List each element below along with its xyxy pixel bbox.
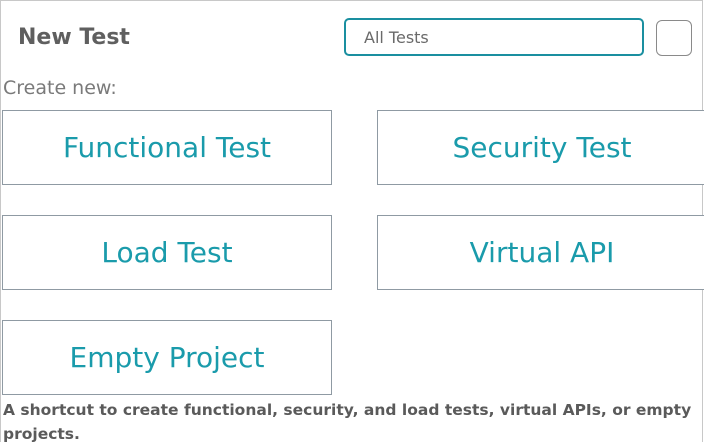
page-title: New Test: [18, 25, 130, 50]
select-checkbox[interactable]: [656, 20, 692, 56]
security-test-label: Security Test: [452, 131, 632, 164]
load-test-button[interactable]: Load Test: [2, 215, 332, 290]
security-test-button[interactable]: Security Test: [377, 110, 704, 185]
create-new-label: Create new:: [3, 77, 117, 99]
load-test-label: Load Test: [101, 236, 233, 269]
new-test-panel: New Test Create new: Functional Test Sec…: [0, 0, 704, 443]
virtual-api-label: Virtual API: [469, 236, 615, 269]
functional-test-label: Functional Test: [62, 131, 272, 164]
functional-test-button[interactable]: Functional Test: [2, 110, 332, 185]
virtual-api-button[interactable]: Virtual API: [377, 215, 704, 290]
empty-project-label: Empty Project: [69, 341, 265, 374]
description-text: A shortcut to create functional, securit…: [3, 401, 692, 443]
empty-project-button[interactable]: Empty Project: [2, 320, 332, 395]
search-input[interactable]: [344, 18, 644, 56]
